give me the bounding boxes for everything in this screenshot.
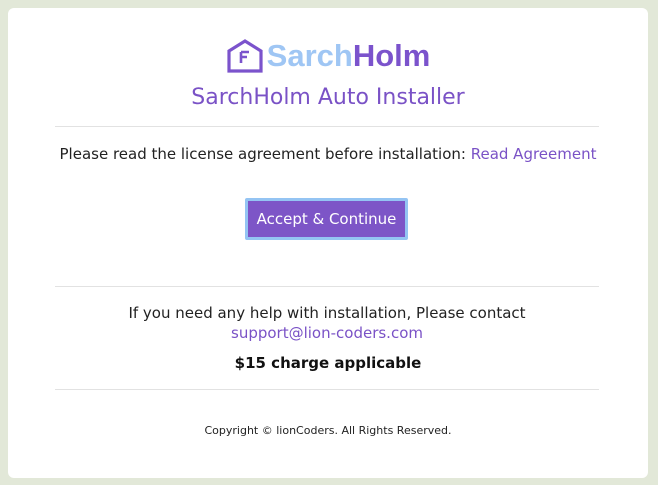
logo-text-part1: Sarch	[266, 38, 353, 73]
logo-text-part2: Holm	[352, 38, 431, 73]
copyright-text: Copyright © lionCoders. All Rights Reser…	[204, 424, 452, 437]
help-text: If you need any help with installation, …	[128, 304, 526, 322]
support-email-link[interactable]: support@lion-coders.com	[231, 324, 423, 342]
installer-card: SarchHolm SarchHolm Auto Installer Pleas…	[8, 8, 648, 478]
divider	[55, 126, 599, 127]
license-notice: Please read the license agreement before…	[8, 143, 648, 165]
logo: SarchHolm	[8, 38, 648, 74]
divider	[55, 286, 599, 287]
charge-notice: $15 charge applicable	[234, 354, 422, 372]
accept-continue-button[interactable]: Accept & Continue	[245, 198, 408, 240]
page-title: SarchHolm Auto Installer	[191, 85, 465, 110]
help-notice: If you need any help with installation, …	[83, 303, 571, 343]
divider	[55, 389, 599, 390]
read-agreement-link[interactable]: Read Agreement	[471, 145, 597, 163]
license-text: Please read the license agreement before…	[59, 145, 471, 163]
logo-wordmark: SarchHolm	[267, 38, 431, 74]
house-logo-icon	[227, 39, 263, 73]
